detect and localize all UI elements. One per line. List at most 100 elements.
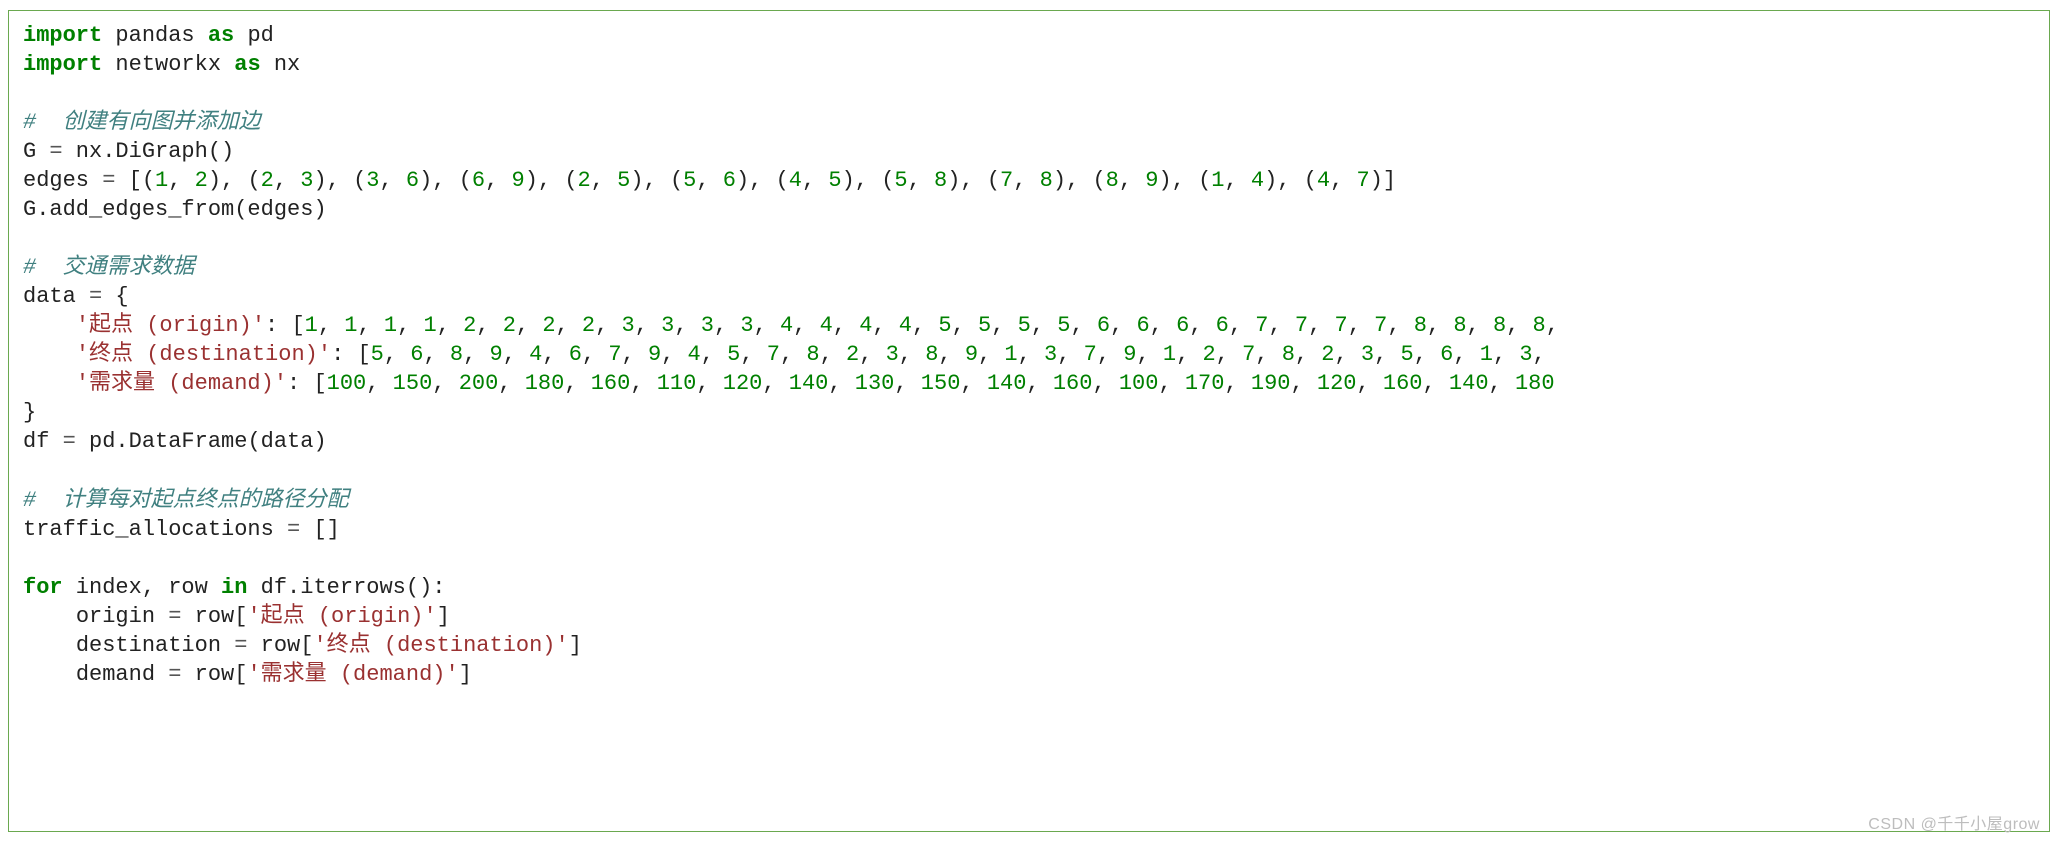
comma: ,	[379, 168, 405, 193]
comma: ,	[674, 313, 700, 338]
kw-for: for	[23, 575, 63, 600]
num: 4	[1251, 168, 1264, 193]
comma: ,	[1427, 313, 1453, 338]
num: 7	[1000, 168, 1013, 193]
comma: ,	[1216, 342, 1242, 367]
num: 7	[1374, 313, 1387, 338]
num: 6	[1440, 342, 1453, 367]
comma: ,	[802, 168, 828, 193]
row-access: row[	[181, 604, 247, 629]
comma: ,	[437, 313, 463, 338]
edge-sep: ), (	[419, 168, 472, 193]
num: 190	[1251, 371, 1291, 396]
edges-close: )]	[1370, 168, 1396, 193]
dict-close: }	[23, 400, 36, 425]
comma: ,	[1387, 313, 1413, 338]
viewport: import pandas as pd import networkx as n…	[0, 0, 2058, 842]
comma: ,	[762, 371, 788, 396]
comma: ,	[1224, 371, 1250, 396]
comma: ,	[1453, 342, 1479, 367]
comma: ,	[1026, 371, 1052, 396]
comma: ,	[1229, 313, 1255, 338]
comma: ,	[476, 313, 502, 338]
num: 8	[1282, 342, 1295, 367]
num: 6	[1097, 313, 1110, 338]
comma: ,	[397, 313, 423, 338]
num: 130	[855, 371, 895, 396]
comma: ,	[630, 371, 656, 396]
num: 110	[657, 371, 697, 396]
for-vars: index, row	[63, 575, 221, 600]
comma: ,	[1467, 313, 1493, 338]
comma: ,	[1013, 168, 1039, 193]
num: 8	[1106, 168, 1119, 193]
comma: ,	[1330, 168, 1356, 193]
str-destination: '终点 (destination)'	[313, 633, 568, 658]
num: 140	[789, 371, 829, 396]
num: 120	[1317, 371, 1357, 396]
num: 1	[384, 313, 397, 338]
edge-sep: ), (	[1264, 168, 1317, 193]
num: 140	[1449, 371, 1489, 396]
id-networkx: networkx	[102, 52, 234, 77]
num: 200	[459, 371, 499, 396]
comma: ,	[696, 371, 722, 396]
comma: ,	[780, 342, 806, 367]
num: 8	[1040, 168, 1053, 193]
num: 5	[894, 168, 907, 193]
num: 3	[886, 342, 899, 367]
num: 180	[1515, 371, 1555, 396]
num: 2	[578, 168, 591, 193]
num: 2	[1202, 342, 1215, 367]
num: 1	[1163, 342, 1176, 367]
num: 8	[806, 342, 819, 367]
edge-sep: ), (	[842, 168, 895, 193]
kw-as: as	[234, 52, 260, 77]
add-edges-call: G.add_edges_from(edges)	[23, 197, 327, 222]
num: 100	[1119, 371, 1159, 396]
indent	[23, 633, 76, 658]
num: 7	[1335, 313, 1348, 338]
num: 1	[155, 168, 168, 193]
watermark-text: CSDN @千千小屋grow	[1868, 810, 2040, 834]
num: 2	[542, 313, 555, 338]
comma: ,	[1018, 342, 1044, 367]
num: 2	[1321, 342, 1334, 367]
num: 7	[1255, 313, 1268, 338]
comma: ,	[938, 342, 964, 367]
comment-demand-data: # 交通需求数据	[23, 255, 195, 280]
comma: ,	[696, 168, 722, 193]
assign-op: =	[168, 604, 181, 629]
id-nx: nx	[261, 52, 301, 77]
num: 2	[463, 313, 476, 338]
indent	[23, 313, 76, 338]
comma: ,	[828, 371, 854, 396]
comma: ,	[793, 313, 819, 338]
comma: ,	[1110, 313, 1136, 338]
comma: ,	[542, 342, 568, 367]
comma: ,	[1031, 313, 1057, 338]
comma: ,	[357, 313, 383, 338]
num: 2	[261, 168, 274, 193]
num: 140	[987, 371, 1027, 396]
code-block: import pandas as pd import networkx as n…	[8, 10, 2050, 832]
kw-import: import	[23, 52, 102, 77]
num: 100	[327, 371, 367, 396]
comma: ,	[820, 342, 846, 367]
comma: ,	[591, 168, 617, 193]
edge-sep: ), (	[736, 168, 789, 193]
num: 6	[569, 342, 582, 367]
num: 6	[472, 168, 485, 193]
dict-sep: : [	[331, 342, 371, 367]
num: 5	[978, 313, 991, 338]
iterrows-call: df.iterrows():	[247, 575, 445, 600]
bracket-close: ]	[459, 662, 472, 687]
comma: ,	[1357, 371, 1383, 396]
str-demand: '需求量 (demand)'	[247, 662, 458, 687]
num: 9	[490, 342, 503, 367]
comma: ,	[318, 313, 344, 338]
dict-key: '终点 (destination)'	[76, 342, 331, 367]
comma: ,	[1136, 342, 1162, 367]
assign-op: =	[49, 139, 62, 164]
num: 6	[406, 168, 419, 193]
